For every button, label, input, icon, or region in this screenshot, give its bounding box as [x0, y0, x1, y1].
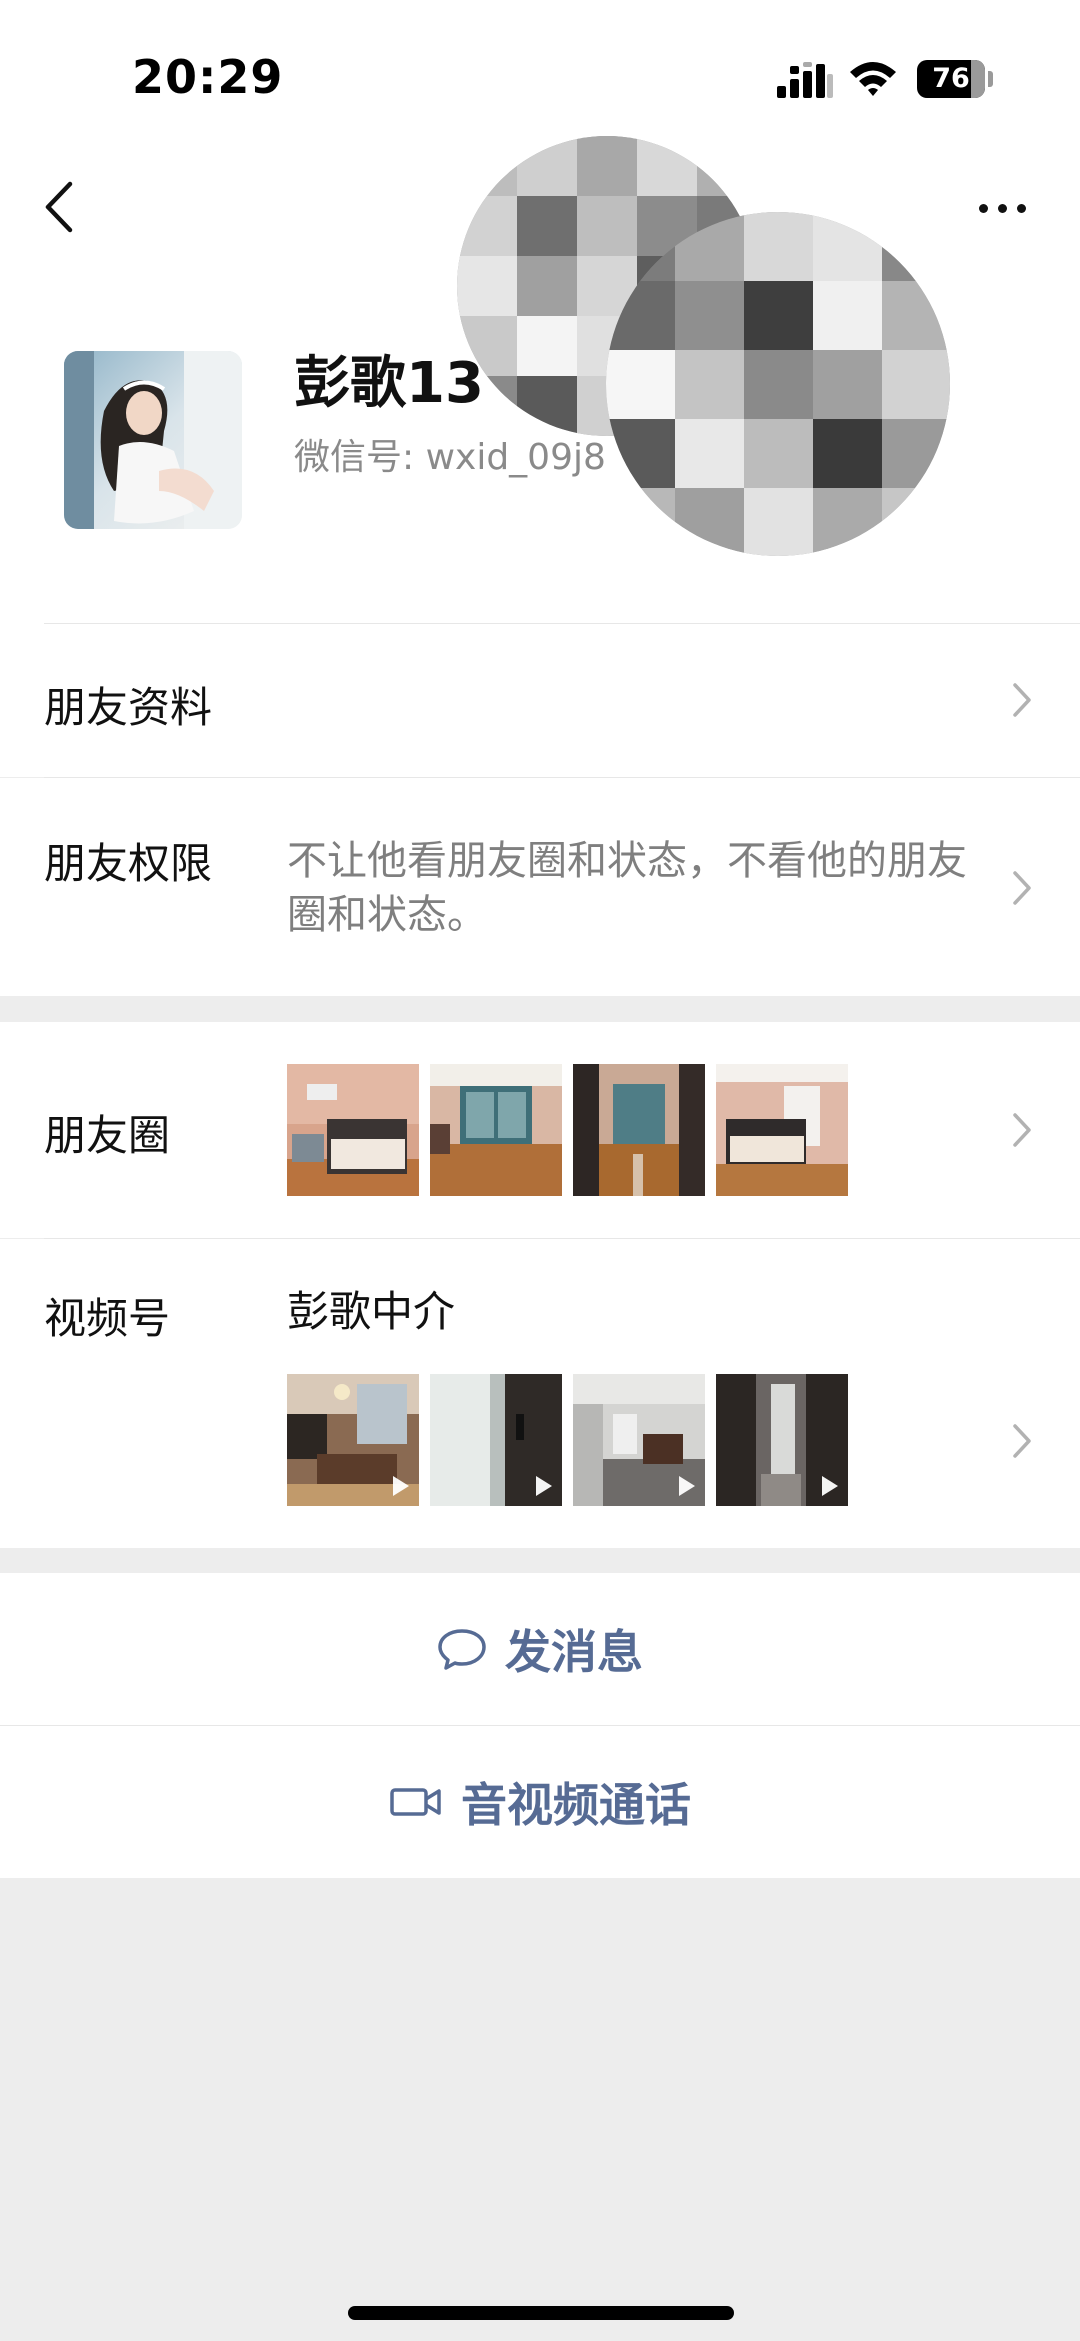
voice-video-call-button[interactable]: 音视频通话	[0, 1726, 1080, 1878]
chevron-right-icon	[1013, 1424, 1031, 1458]
friend-permissions-row[interactable]: 朋友权限 不让他看朋友圈和状态，不看他的朋友圈和状态。	[0, 778, 1080, 996]
voice-video-call-label: 音视频通话	[461, 1778, 691, 1832]
home-indicator[interactable]	[348, 2306, 734, 2320]
chevron-right-icon	[1013, 871, 1031, 905]
channels-name: 彭歌中介	[287, 1287, 456, 1336]
cellular-signal-icon	[777, 62, 833, 98]
wechat-id: 微信号: wxid_09j8	[294, 437, 606, 478]
send-message-button[interactable]: 发消息	[0, 1573, 1080, 1725]
friend-info-row[interactable]: 朋友资料	[0, 624, 1080, 777]
channels-row[interactable]: 视频号 彭歌中介	[0, 1239, 1080, 1548]
contact-profile-screen: 20:29 76 彭歌13 微信号: wxid_09j8 朋友资料 朋友权限 不…	[0, 0, 1080, 2341]
chevron-left-icon[interactable]	[40, 180, 80, 234]
play-icon	[822, 1476, 838, 1496]
chevron-right-icon	[1013, 683, 1031, 717]
channels-video-thumbnail	[430, 1374, 562, 1506]
channels-label: 视频号	[44, 1294, 171, 1343]
channels-video-thumbnail	[287, 1374, 419, 1506]
wifi-icon	[850, 62, 896, 96]
channels-video-thumbnail	[716, 1374, 848, 1506]
play-icon	[393, 1476, 409, 1496]
status-bar: 20:29 76	[0, 0, 1080, 140]
friend-permissions-value: 不让他看朋友圈和状态，不看他的朋友圈和状态。	[287, 838, 967, 938]
moments-photo	[430, 1064, 562, 1196]
moments-row[interactable]: 朋友圈	[0, 1022, 1080, 1238]
video-camera-icon	[390, 1788, 441, 1816]
chat-bubble-icon	[438, 1629, 486, 1670]
friend-info-label: 朋友资料	[44, 683, 213, 732]
moments-photo	[716, 1064, 848, 1196]
friend-permissions-label: 朋友权限	[44, 839, 213, 888]
moments-photo	[573, 1064, 705, 1196]
battery-indicator: 76	[917, 60, 985, 98]
moments-label: 朋友圈	[44, 1111, 171, 1160]
privacy-mosaic	[606, 212, 950, 556]
more-dots-icon[interactable]	[975, 198, 1031, 218]
send-message-label: 发消息	[505, 1625, 643, 1679]
moments-photo	[287, 1064, 419, 1196]
status-time: 20:29	[132, 50, 284, 104]
battery-tip	[988, 71, 993, 87]
play-icon	[679, 1476, 695, 1496]
avatar[interactable]	[64, 351, 242, 529]
battery-level: 76	[932, 63, 970, 94]
play-icon	[536, 1476, 552, 1496]
channels-video-thumbnail	[573, 1374, 705, 1506]
contact-name: 彭歌13	[294, 351, 484, 416]
chevron-right-icon	[1013, 1113, 1031, 1147]
